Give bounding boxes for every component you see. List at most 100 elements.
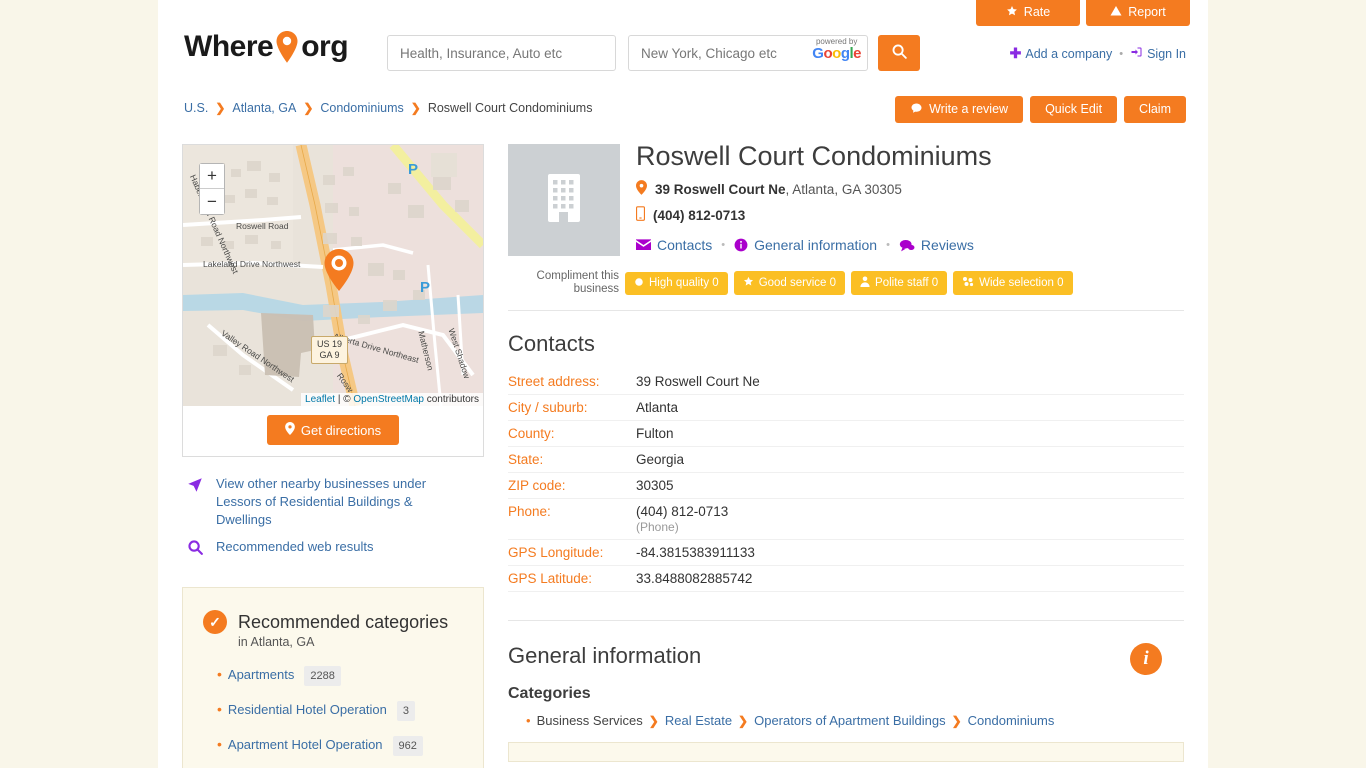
thumb-icon <box>634 277 644 290</box>
contact-key: GPS Longitude: <box>508 545 604 560</box>
table-row: Phone: (404) 812-0713 (Phone) <box>508 499 1184 540</box>
claim-button[interactable]: Claim <box>1124 96 1186 123</box>
write-review-button[interactable]: Write a review <box>895 96 1024 123</box>
leaflet-link[interactable]: Leaflet <box>305 394 335 405</box>
nav-general-info-label: General information <box>754 237 878 253</box>
compliment-high-quality-label: High quality 0 <box>649 277 719 289</box>
site-header: Where org powered by Google <box>158 26 1208 88</box>
list-item: Apartments 2288 <box>217 665 463 686</box>
contact-key: ZIP code: <box>508 478 566 493</box>
category-count: 962 <box>392 736 423 756</box>
contact-value: 30305 <box>636 478 674 493</box>
search-where-input[interactable] <box>628 35 868 71</box>
list-item: Residential Hotel Operation 3 <box>217 700 463 721</box>
divider <box>508 310 1184 311</box>
web-results-link[interactable]: Recommended web results <box>216 538 374 556</box>
logo-text-org: org <box>301 30 349 63</box>
categories-subtitle: Categories <box>508 685 591 702</box>
logo-text-where: Where <box>184 30 274 63</box>
compliment-good-service-label: Good service 0 <box>758 277 837 289</box>
business-phone-row: (404) 812-0713 <box>636 206 1184 224</box>
contact-value: 39 Roswell Court Ne <box>636 374 760 389</box>
warning-triangle-icon <box>1110 5 1122 21</box>
openstreetmap-link[interactable]: OpenStreetMap <box>353 394 424 405</box>
search-what-input[interactable] <box>387 35 616 71</box>
contact-key: Street address: <box>508 374 600 389</box>
site-logo[interactable]: Where org <box>184 30 349 64</box>
sign-in-link[interactable]: Sign In <box>1130 46 1186 61</box>
category-path-link-condominiums[interactable]: Condominiums <box>968 713 1055 728</box>
quick-edit-button[interactable]: Quick Edit <box>1030 96 1118 123</box>
recommended-categories-title: Recommended categories <box>238 611 449 632</box>
business-phone: (404) 812-0713 <box>653 207 746 223</box>
check-circle-icon: ✓ <box>203 610 227 634</box>
table-row: ZIP code: 30305 <box>508 473 1184 499</box>
nav-reviews-link[interactable]: Reviews <box>899 237 974 253</box>
nav-reviews-label: Reviews <box>920 237 974 253</box>
quick-edit-label: Quick Edit <box>1045 101 1103 116</box>
nearby-businesses-link[interactable]: View other nearby businesses under Lesso… <box>216 475 451 529</box>
envelope-icon <box>636 239 651 251</box>
directions-bar: Get directions <box>183 406 483 456</box>
account-separator: • <box>1119 47 1124 60</box>
general-info-panel-stub <box>508 742 1184 762</box>
business-nav: Contacts • General information • Reviews <box>636 237 1184 253</box>
breadcrumb: U.S. ❯ Atlanta, GA ❯ Condominiums ❯ Rosw… <box>184 101 592 115</box>
recommended-categories-panel: ✓ Recommended categories in Atlanta, GA … <box>182 587 484 768</box>
speech-bubble-icon <box>910 102 923 118</box>
contact-value-phone: (404) 812-0713 (Phone) <box>636 499 1184 540</box>
category-link[interactable]: Residential Hotel Operation <box>228 701 387 719</box>
compliment-good-service-button[interactable]: Good service 0 <box>733 271 846 295</box>
content-frame: Rate Report Where org Health, Insurance,… <box>158 0 1208 768</box>
map-parking-icon: P <box>408 161 419 178</box>
compliment-high-quality-button[interactable]: High quality 0 <box>625 271 728 295</box>
map-canvas[interactable]: + − Habersham Road Northwest Roswell Roa… <box>183 145 483 406</box>
rate-button[interactable]: Rate <box>976 0 1080 26</box>
report-button[interactable]: Report <box>1086 0 1190 26</box>
table-row: GPS Latitude: 33.8488082885742 <box>508 566 1184 592</box>
map-panel: + − Habersham Road Northwest Roswell Roa… <box>182 144 484 457</box>
category-path-link-real-estate[interactable]: Real Estate <box>665 713 732 728</box>
breadcrumb-item-condominiums[interactable]: Condominiums <box>320 101 403 115</box>
category-path-link-operators[interactable]: Operators of Apartment Buildings <box>754 713 946 728</box>
nav-contacts-link[interactable]: Contacts <box>636 237 712 253</box>
contact-value: -84.3815383911133 <box>636 545 755 560</box>
add-company-link[interactable]: ✚ Add a company <box>1010 45 1113 62</box>
mobile-phone-icon <box>636 206 645 224</box>
get-directions-button[interactable]: Get directions <box>266 415 400 445</box>
building-icon <box>541 171 587 230</box>
arrow-cursor-icon <box>184 475 206 499</box>
map-zoom-in-button[interactable]: + <box>200 164 224 189</box>
list-item: Apartment Hotel Operation 962 <box>217 735 463 756</box>
general-information-title: General information <box>508 643 702 668</box>
compliment-polite-staff-button[interactable]: Polite staff 0 <box>851 271 948 295</box>
category-link[interactable]: Apartment Hotel Operation <box>228 736 383 754</box>
business-info: Roswell Court Condominiums 39 Roswell Co… <box>620 141 1184 256</box>
nav-separator: • <box>721 239 726 251</box>
category-link[interactable]: Apartments <box>228 666 294 684</box>
top-action-bar: Rate Report <box>976 0 1190 26</box>
compliment-polite-staff-label: Polite staff 0 <box>875 277 939 289</box>
search-submit-button[interactable] <box>878 35 920 71</box>
chevron-right-icon: ❯ <box>648 713 659 728</box>
nav-general-info-link[interactable]: General information <box>734 237 877 253</box>
breadcrumb-item-atlanta[interactable]: Atlanta, GA <box>232 101 296 115</box>
map-zoom-out-button[interactable]: − <box>200 189 224 214</box>
map-location-marker-icon[interactable] <box>323 248 355 297</box>
report-label: Report <box>1128 5 1166 19</box>
side-links: View other nearby businesses under Lesso… <box>182 475 484 561</box>
contacts-table: Street address: 39 Roswell Court Ne City… <box>508 369 1184 592</box>
search-where-wrap: powered by Google <box>628 35 868 71</box>
nearby-businesses-link-row: View other nearby businesses under Lesso… <box>184 475 484 529</box>
page-root: Rate Report Where org Health, Insurance,… <box>0 0 1366 768</box>
map-route-shield-line2: GA 9 <box>319 350 340 360</box>
contact-value: Fulton <box>636 426 674 441</box>
star-icon <box>1006 5 1018 21</box>
contact-value: 33.8488082885742 <box>636 571 753 586</box>
map-pin-logo-icon <box>274 30 300 64</box>
breadcrumb-item-us[interactable]: U.S. <box>184 101 208 115</box>
map-parking-icon: P <box>420 279 431 296</box>
recommended-categories-header: ✓ Recommended categories <box>203 610 463 634</box>
compliment-wide-selection-button[interactable]: Wide selection 0 <box>953 271 1073 295</box>
info-circle-icon <box>734 238 748 252</box>
